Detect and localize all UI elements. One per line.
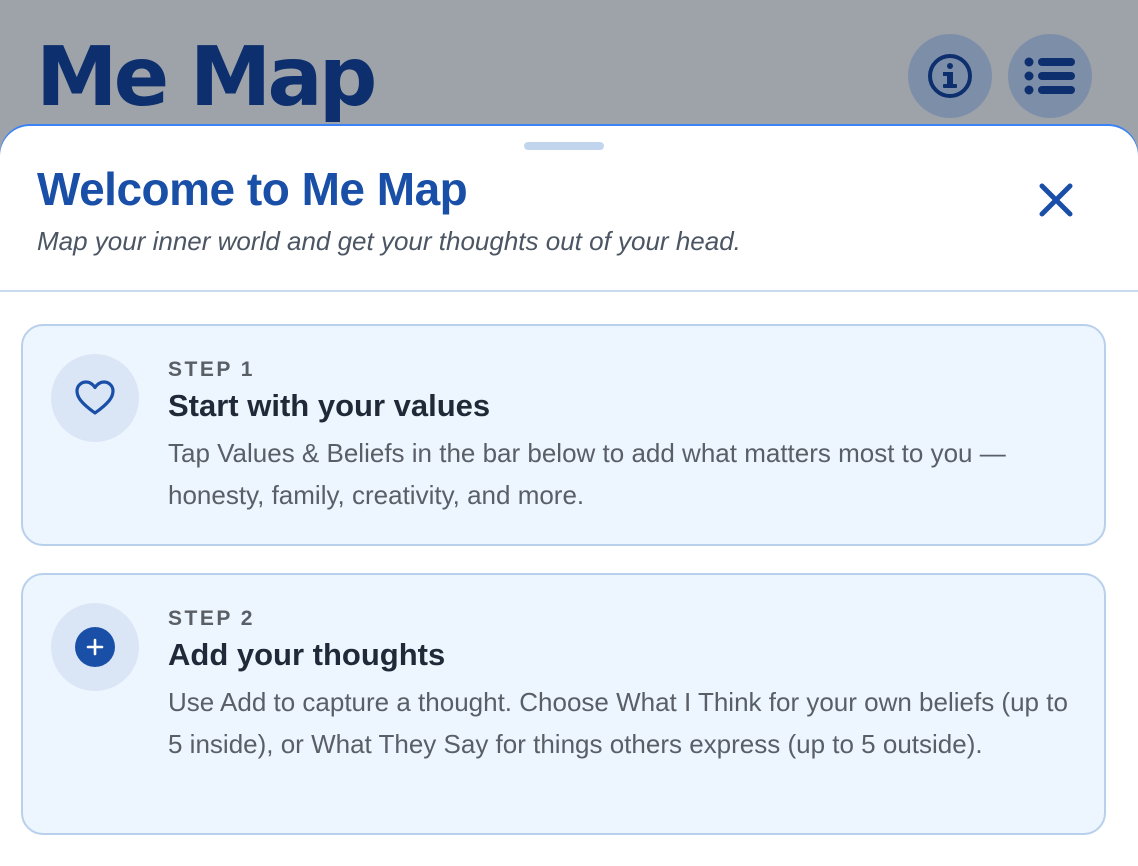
app-title: Me Map bbox=[36, 30, 377, 125]
step-icon-badge bbox=[51, 354, 139, 442]
info-button[interactable] bbox=[908, 34, 992, 118]
step-heading: Start with your values bbox=[168, 388, 491, 423]
sheet-subtitle: Map your inner world and get your though… bbox=[37, 226, 741, 256]
step-card-values: STEP 1 Start with your values Tap Values… bbox=[21, 324, 1106, 546]
sheet-title: Welcome to Me Map bbox=[37, 163, 468, 215]
close-icon bbox=[1039, 183, 1073, 217]
step-label: STEP 2 bbox=[168, 607, 255, 630]
welcome-sheet: Welcome to Me Map Map your inner world a… bbox=[0, 126, 1138, 866]
app-header: Me Map bbox=[0, 0, 1138, 130]
close-button[interactable] bbox=[1028, 172, 1084, 228]
header-divider bbox=[0, 290, 1138, 292]
step-label: STEP 1 bbox=[168, 358, 255, 381]
list-menu-icon bbox=[1024, 57, 1075, 95]
info-circle-icon bbox=[928, 54, 972, 98]
step-description: Use Add to capture a thought. Choose Wha… bbox=[168, 687, 1068, 759]
sheet-drag-handle[interactable] bbox=[524, 142, 604, 150]
step-description: Tap Values & Beliefs in the bar below to… bbox=[168, 438, 1006, 510]
heart-icon bbox=[75, 380, 115, 415]
step-heading: Add your thoughts bbox=[168, 637, 446, 672]
menu-button[interactable] bbox=[1008, 34, 1092, 118]
step-card-thoughts: STEP 2 Add your thoughts Use Add to capt… bbox=[21, 573, 1106, 835]
step-icon-badge bbox=[51, 603, 139, 691]
plus-circle-icon bbox=[75, 627, 115, 667]
